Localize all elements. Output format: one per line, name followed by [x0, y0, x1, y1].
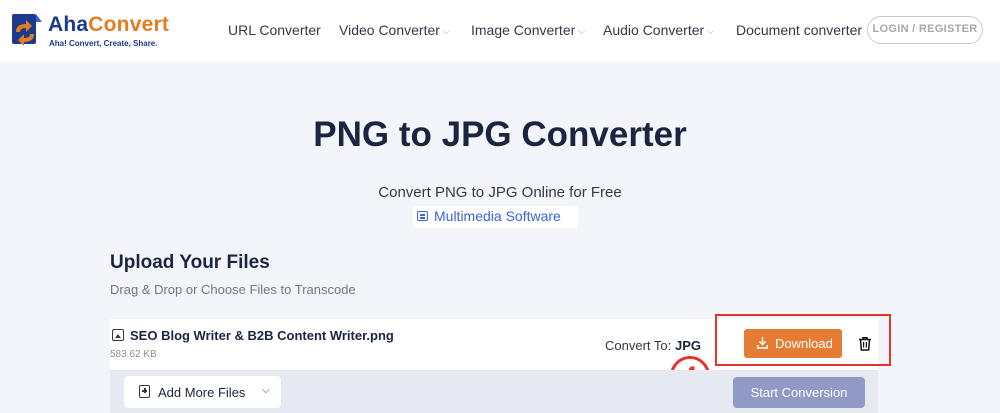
logo-tagline: Aha! Convert, Create, Share. — [49, 39, 158, 48]
upload-section-title: Upload Your Files — [110, 252, 270, 273]
add-more-files-label: Add More Files — [158, 385, 246, 400]
add-file-icon — [139, 385, 150, 398]
nav-audio-converter[interactable]: Audio Converter ⌵ — [603, 22, 714, 38]
site-header: AhaConvert Aha! Convert, Create, Share. … — [0, 0, 1000, 62]
multimedia-software-label: Multimedia Software — [434, 208, 561, 224]
upload-section-subtitle: Drag & Drop or Choose Files to Transcode — [110, 282, 356, 297]
chevron-down-icon: ⌵ — [707, 26, 714, 36]
file-name: SEO Blog Writer & B2B Content Writer.png — [130, 328, 394, 343]
nav-url-converter[interactable]: URL Converter — [228, 22, 321, 38]
chevron-down-icon: ⌵ — [262, 385, 270, 396]
download-icon — [757, 337, 768, 349]
file-size: 583.62 KB — [110, 349, 157, 360]
convert-format-select[interactable]: JPG — [675, 338, 701, 353]
chevron-down-icon: ⌵ — [442, 26, 450, 36]
login-register-button[interactable]: LOGIN / REGISTER — [867, 16, 983, 44]
start-conversion-button[interactable]: Start Conversion — [733, 377, 865, 408]
logo[interactable]: AhaConvert Aha! Convert, Create, Share. — [8, 12, 183, 52]
page-title: PNG to JPG Converter — [313, 115, 687, 154]
trash-icon[interactable] — [859, 337, 871, 351]
logo-title: AhaConvert — [48, 13, 170, 36]
nav-video-converter[interactable]: Video Converter ⌵ — [339, 22, 450, 38]
nav-document-converter[interactable]: Document converter — [736, 22, 862, 38]
add-more-files-button[interactable]: Add More Files ⌵ — [124, 376, 281, 408]
list-icon — [417, 211, 428, 221]
nav-image-converter[interactable]: Image Converter ⌵ — [471, 22, 585, 38]
logo-mark-icon — [12, 14, 42, 46]
page-subtitle: Convert PNG to JPG Online for Free — [378, 184, 622, 201]
convert-to-label: Convert To: — [605, 338, 672, 353]
download-button[interactable]: Download — [744, 329, 842, 358]
chevron-down-icon: ⌵ — [578, 26, 586, 36]
download-label: Download — [775, 336, 833, 351]
multimedia-software-link[interactable]: Multimedia Software — [413, 206, 578, 228]
image-file-icon — [112, 329, 124, 341]
